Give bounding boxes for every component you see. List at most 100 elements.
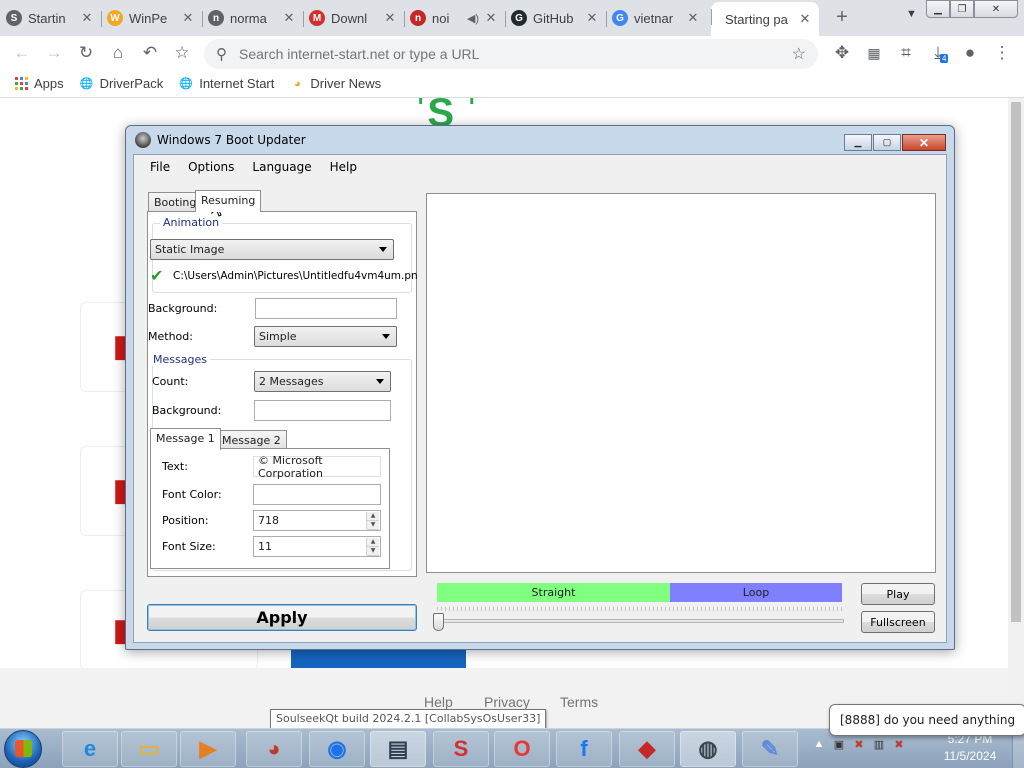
- tray-display-icon[interactable]: ▥: [872, 737, 886, 751]
- tab-close-icon[interactable]: ✕: [382, 10, 398, 26]
- window-titlebar[interactable]: Windows 7 Boot Updater ▁ ▢ ✕: [126, 126, 954, 154]
- menu-file[interactable]: File: [142, 158, 178, 176]
- media-player-icon[interactable]: ▶: [180, 731, 236, 767]
- footer-link-terms[interactable]: Terms: [560, 694, 598, 710]
- spin-down-icon[interactable]: ▼: [367, 521, 379, 530]
- spin-down-icon[interactable]: ▼: [367, 547, 379, 556]
- network-error-icon[interactable]: ✖: [852, 737, 866, 751]
- extension-icon[interactable]: ✥: [829, 40, 855, 66]
- volume-muted-icon[interactable]: ✖: [892, 737, 906, 751]
- tab-close-icon[interactable]: ✕: [281, 10, 297, 26]
- s-app-icon[interactable]: S: [433, 731, 489, 767]
- method-select[interactable]: Simple: [254, 326, 397, 347]
- browser-tab[interactable]: G vietnar ✕: [606, 4, 707, 32]
- chrome-icon[interactable]: ◉: [309, 731, 365, 767]
- minimize-icon[interactable]: ▁: [926, 0, 950, 18]
- soulseek-tray-icon[interactable]: ▣: [832, 737, 846, 751]
- messages-background-field[interactable]: [254, 400, 391, 421]
- browser-tab[interactable]: S Startin ✕: [0, 4, 101, 32]
- footer-link-help[interactable]: Help: [424, 694, 453, 710]
- minimize-icon[interactable]: ▁: [844, 134, 872, 151]
- tab-close-icon[interactable]: ✕: [79, 10, 95, 26]
- menu-help[interactable]: Help: [322, 158, 365, 176]
- facebook-icon[interactable]: f: [556, 731, 612, 767]
- profile-avatar-icon[interactable]: ●: [957, 40, 983, 66]
- home-icon[interactable]: ⌂: [105, 40, 131, 66]
- timeline-slider-track[interactable]: [437, 619, 844, 623]
- message-text-field[interactable]: © Microsoft Corporation: [253, 454, 381, 480]
- loop-segment[interactable]: Loop: [670, 583, 842, 602]
- bookmark-star-icon[interactable]: ☆: [169, 40, 195, 66]
- straight-segment[interactable]: Straight: [437, 583, 670, 602]
- paint-brush-icon[interactable]: ✎: [742, 731, 798, 767]
- undo-icon[interactable]: ↶: [137, 40, 163, 66]
- bookmark-page-icon[interactable]: ☆: [792, 44, 806, 64]
- menu-language[interactable]: Language: [244, 158, 319, 176]
- tab-close-icon[interactable]: ✕: [483, 10, 499, 26]
- tab-close-icon[interactable]: ✕: [584, 10, 600, 26]
- tray-expand-icon[interactable]: ▲: [812, 737, 826, 751]
- notification-balloon[interactable]: [8888] do you need anything: [829, 704, 1024, 736]
- boot-updater-taskbar-icon[interactable]: ◍: [680, 731, 736, 767]
- bookmark-apps[interactable]: Apps: [14, 76, 64, 91]
- fullscreen-button[interactable]: Fullscreen: [861, 611, 935, 633]
- tab-message-2[interactable]: Message 2: [216, 430, 287, 450]
- paint-icon[interactable]: ◕: [246, 731, 302, 767]
- close-icon[interactable]: ✕: [974, 0, 1018, 18]
- animation-type-select[interactable]: Static Image: [150, 239, 394, 260]
- game-app-icon[interactable]: ◆: [619, 731, 675, 767]
- browser-tab[interactable]: W WinPe ✕: [101, 4, 202, 32]
- bookmark-internet-start[interactable]: 🌐 Internet Start: [179, 76, 274, 91]
- message-count-select[interactable]: 2 Messages: [254, 371, 391, 392]
- close-icon[interactable]: ✕: [902, 134, 946, 151]
- position-spinner[interactable]: 718 ▲ ▼: [253, 510, 381, 531]
- font-color-field[interactable]: [253, 484, 381, 505]
- opera-icon[interactable]: O: [494, 731, 550, 767]
- file-explorer-icon[interactable]: ▭: [121, 731, 177, 767]
- background-color-field[interactable]: [255, 298, 397, 319]
- browser-tab-active[interactable]: Starting pa ✕: [711, 2, 819, 36]
- tab-close-icon[interactable]: ✕: [685, 10, 701, 26]
- back-icon[interactable]: ←: [9, 40, 35, 66]
- browser-tab[interactable]: M Downl ✕: [303, 4, 404, 32]
- maximize-icon[interactable]: ▢: [873, 134, 901, 151]
- spin-up-icon[interactable]: ▲: [367, 538, 379, 547]
- tab-resuming[interactable]: Resuming: [195, 190, 262, 212]
- menu-options[interactable]: Options: [180, 158, 242, 176]
- page-scrollbar[interactable]: [1008, 98, 1024, 728]
- taskbar-clock[interactable]: 5:27 PM 11/5/2024: [935, 731, 1005, 765]
- tab-close-icon[interactable]: ✕: [797, 11, 813, 27]
- restore-icon[interactable]: ❐: [950, 0, 974, 18]
- tab-title: GitHub: [533, 10, 574, 26]
- tab-search-icon[interactable]: ▼: [906, 8, 917, 20]
- menu-kebab-icon[interactable]: ⋮: [989, 40, 1015, 66]
- browser-tab[interactable]: n norma ✕: [202, 4, 303, 32]
- tab-favicon-icon: G: [511, 10, 527, 26]
- extensions-grid-icon[interactable]: ▦: [861, 40, 887, 66]
- start-button[interactable]: [4, 730, 42, 768]
- bookmark-driver-news[interactable]: ◕ Driver News: [290, 76, 381, 91]
- timeline-slider-thumb[interactable]: [433, 613, 444, 631]
- spin-up-icon[interactable]: ▲: [367, 512, 379, 521]
- footer-link-privacy[interactable]: Privacy: [484, 694, 530, 710]
- omnibox-input[interactable]: [239, 46, 792, 62]
- address-bar[interactable]: ⚲ ☆: [204, 39, 818, 69]
- tab-close-icon[interactable]: ✕: [180, 10, 196, 26]
- tab-title: norma: [230, 10, 267, 26]
- scrollbar-thumb[interactable]: [1011, 102, 1021, 622]
- forward-icon[interactable]: →: [41, 40, 67, 66]
- internet-explorer-icon[interactable]: e: [62, 731, 118, 767]
- font-size-spinner[interactable]: 11 ▲ ▼: [253, 536, 381, 557]
- speaker-icon[interactable]: ◀): [467, 12, 479, 25]
- tab-message-1[interactable]: Message 1: [150, 428, 221, 450]
- bookmark-driverpack[interactable]: 🌐 DriverPack: [80, 76, 163, 91]
- browser-tab[interactable]: n noi ◀) ✕: [404, 4, 505, 32]
- soulseek-icon[interactable]: ▤: [370, 731, 426, 767]
- apply-button[interactable]: Apply: [147, 604, 417, 631]
- crop-icon[interactable]: ⌗: [893, 40, 919, 66]
- reload-icon[interactable]: ↻: [73, 40, 99, 66]
- new-tab-icon[interactable]: +: [830, 6, 854, 29]
- browser-tab[interactable]: G GitHub ✕: [505, 4, 606, 32]
- bookmarks-bar: Apps 🌐 DriverPack 🌐 Internet Start ◕ Dri…: [0, 70, 1024, 98]
- play-button[interactable]: Play: [861, 583, 935, 605]
